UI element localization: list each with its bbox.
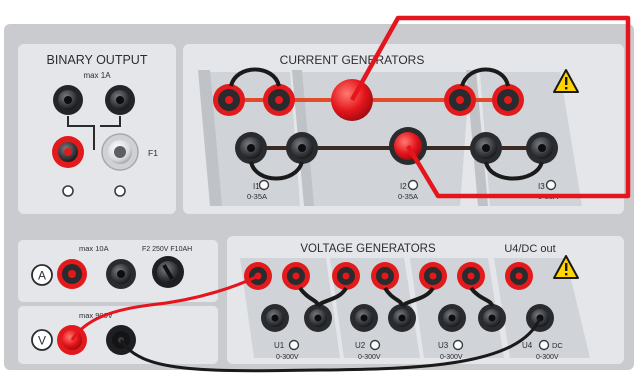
i2-led (407, 179, 419, 191)
u3-red-jack-a[interactable] (419, 262, 447, 290)
voltmeter-icon: V (31, 329, 53, 351)
fuse-f1-label: F1 (148, 148, 158, 158)
u2-range: 0-300V (358, 354, 381, 361)
binary-output-rating: max 1A (83, 71, 111, 80)
binary-output-led-1 (62, 185, 74, 197)
u1-led (288, 339, 300, 351)
i1-label: I1 (253, 182, 260, 191)
i1-led (258, 179, 270, 191)
current-black-jack-3[interactable] (470, 132, 502, 164)
current-input-black-jack[interactable] (106, 259, 136, 289)
svg-text:A: A (38, 269, 46, 283)
front-panel-view: BINARY OUTPUT max 1A F1 CURRENT GENERATO… (0, 0, 638, 374)
u2-label: U2 (355, 341, 366, 350)
current-red-jack-2[interactable] (263, 84, 295, 116)
svg-text:V: V (38, 334, 46, 348)
u3-led (452, 339, 464, 351)
binary-output-title: BINARY OUTPUT (47, 53, 148, 67)
u1-range: 0-300V (276, 354, 299, 361)
current-insert-i2 (300, 72, 470, 206)
u4-label: U4 (522, 341, 533, 350)
current-black-jack-2[interactable] (286, 132, 318, 164)
u4-dc-out-title: U4/DC out (504, 243, 555, 255)
i3-led (545, 179, 557, 191)
voltage-generators-title: VOLTAGE GENERATORS (300, 243, 436, 255)
i1-range: 0-35A (247, 192, 267, 201)
u1-black-jack-a[interactable] (261, 304, 289, 332)
u4-red-jack[interactable] (505, 262, 533, 290)
u1-black-jack-b[interactable] (304, 304, 332, 332)
u2-red-jack-b[interactable] (371, 262, 399, 290)
current-black-jack-1[interactable] (235, 132, 267, 164)
u2-black-jack-a[interactable] (350, 304, 378, 332)
binary-output-fuse-holder[interactable] (101, 133, 139, 171)
u2-black-jack-b[interactable] (388, 304, 416, 332)
i3-label: I3 (538, 182, 545, 191)
i2-label: I2 (400, 182, 407, 191)
u4-led (538, 339, 550, 351)
u3-black-jack-a[interactable] (438, 304, 466, 332)
u3-black-jack-b[interactable] (478, 304, 506, 332)
u3-range: 0-300V (440, 354, 463, 361)
fuse-f2-holder[interactable] (152, 256, 184, 288)
binary-output-led-2 (114, 185, 126, 197)
u4-range: 0-300V (536, 354, 559, 361)
ammeter-icon: A (31, 264, 53, 286)
u2-led (369, 339, 381, 351)
u3-red-jack-b[interactable] (457, 262, 485, 290)
binary-output-jack-1[interactable] (53, 85, 83, 115)
current-red-jack-1[interactable] (213, 84, 245, 116)
i2-range: 0-35A (398, 192, 418, 201)
u1-red-jack-b[interactable] (282, 262, 310, 290)
voltage-generators-module: VOLTAGE GENERATORS U4/DC out U1 0-300V U… (227, 236, 624, 364)
binary-output-jack-red[interactable] (52, 136, 84, 168)
u3-label: U3 (438, 341, 449, 350)
current-generators-module: CURRENT GENERATORS I1 0-35A I2 0-35A I3 … (183, 44, 624, 214)
binary-output-module: BINARY OUTPUT max 1A F1 (18, 44, 176, 214)
current-input-red-jack[interactable] (57, 259, 87, 289)
current-generators-title: CURRENT GENERATORS (280, 53, 425, 67)
u1-label: U1 (274, 341, 285, 350)
u2-red-jack-a[interactable] (332, 262, 360, 290)
current-black-jack-4[interactable] (526, 132, 558, 164)
fuse-f2-label: F2 250V F10AH (142, 246, 192, 253)
current-red-jack-4[interactable] (492, 84, 524, 116)
current-red-jack-3[interactable] (444, 84, 476, 116)
u4-dc-label: DC (552, 341, 563, 350)
current-input-rating: max 10A (79, 244, 109, 253)
binary-output-jack-2[interactable] (105, 85, 135, 115)
